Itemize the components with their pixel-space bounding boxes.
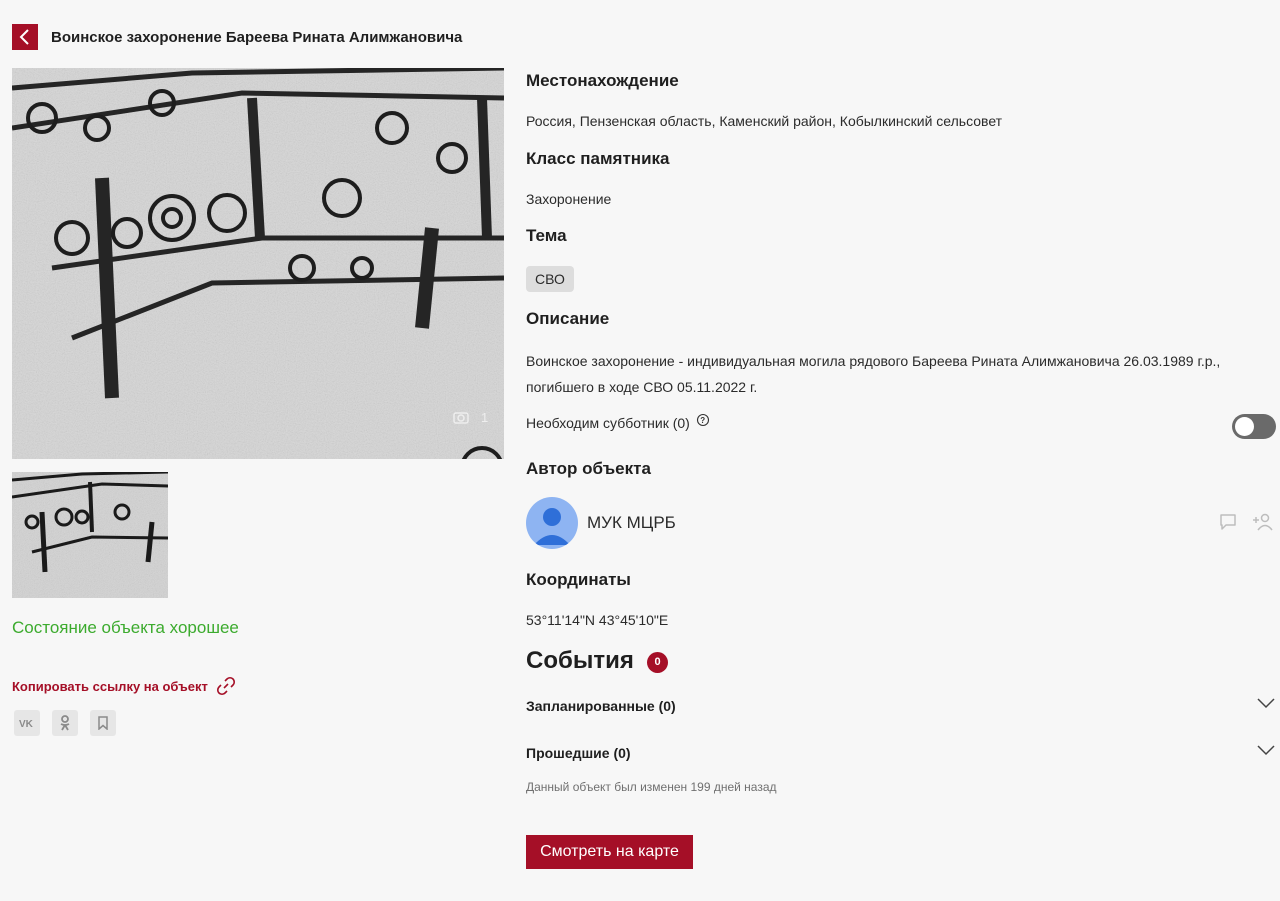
location-value: Россия, Пензенская область, Каменский ра… [526, 113, 1003, 129]
avatar[interactable] [526, 497, 578, 549]
subbotnik-row: Необходим субботник (0) ? [526, 413, 710, 431]
page-header: Воинское захоронение Бареева Рината Алим… [12, 24, 462, 50]
photo-counter: 1 [481, 410, 488, 425]
author-name[interactable]: МУК МЦРБ [587, 513, 676, 533]
odnoklassniki-icon [60, 715, 70, 731]
events-heading: События [526, 647, 634, 674]
theme-heading: Тема [526, 226, 567, 245]
user-icon [534, 508, 570, 545]
copy-link-label: Копировать ссылку на объект [12, 678, 208, 694]
view-on-map-button[interactable]: Смотреть на карте [526, 835, 693, 869]
description-heading: Описание [526, 309, 610, 328]
odnoklassniki-share-button[interactable] [52, 710, 78, 736]
svg-text:VK: VK [19, 719, 34, 728]
location-heading: Местонахождение [526, 71, 679, 90]
link-icon [216, 676, 235, 696]
main-photo[interactable]: 1 [12, 68, 504, 459]
vk-icon: VK [19, 719, 34, 728]
svg-text:?: ? [700, 416, 705, 425]
planned-events-accordion[interactable]: Запланированные (0) [526, 698, 1276, 722]
description-value: Воинское захоронение - индивидуальная мо… [526, 353, 1221, 395]
bookmark-button[interactable] [90, 710, 116, 736]
add-user-icon[interactable] [1252, 512, 1274, 532]
past-events-label: Прошедшие (0) [526, 745, 631, 761]
bookmark-icon [98, 716, 108, 730]
coordinates-heading: Координаты [526, 570, 631, 589]
message-icon[interactable] [1218, 512, 1238, 532]
chevron-down-icon [1257, 745, 1275, 756]
events-count-badge: 0 [647, 652, 668, 673]
modified-note: Данный объект был изменен 199 дней назад [526, 780, 777, 794]
monument-class-heading: Класс памятника [526, 149, 670, 168]
subbotnik-label: Необходим субботник (0) [526, 415, 690, 431]
share-buttons: VK [14, 710, 116, 736]
back-button[interactable] [12, 24, 38, 50]
question-circle-icon[interactable]: ? [696, 413, 710, 427]
toggle-knob [1235, 417, 1254, 436]
photo-thumbnail[interactable] [12, 472, 168, 598]
author-actions [1218, 512, 1274, 532]
theme-tag[interactable]: СВО [526, 266, 574, 292]
vk-share-button[interactable]: VK [14, 710, 40, 736]
author-heading: Автор объекта [526, 459, 651, 478]
chevron-left-icon [19, 29, 29, 45]
subbotnik-toggle[interactable] [1232, 414, 1276, 439]
past-events-accordion[interactable]: Прошедшие (0) [526, 745, 1276, 769]
planned-events-label: Запланированные (0) [526, 698, 676, 714]
page-title: Воинское захоронение Бареева Рината Алим… [51, 28, 463, 46]
coordinates-value: 53°11'14"N 43°45'10"E [526, 612, 669, 628]
monument-class-value: Захоронение [526, 191, 612, 207]
chevron-down-icon [1257, 698, 1275, 709]
object-state: Состояние объекта хорошее [12, 618, 239, 637]
copy-link-button[interactable]: Копировать ссылку на объект [12, 676, 236, 696]
